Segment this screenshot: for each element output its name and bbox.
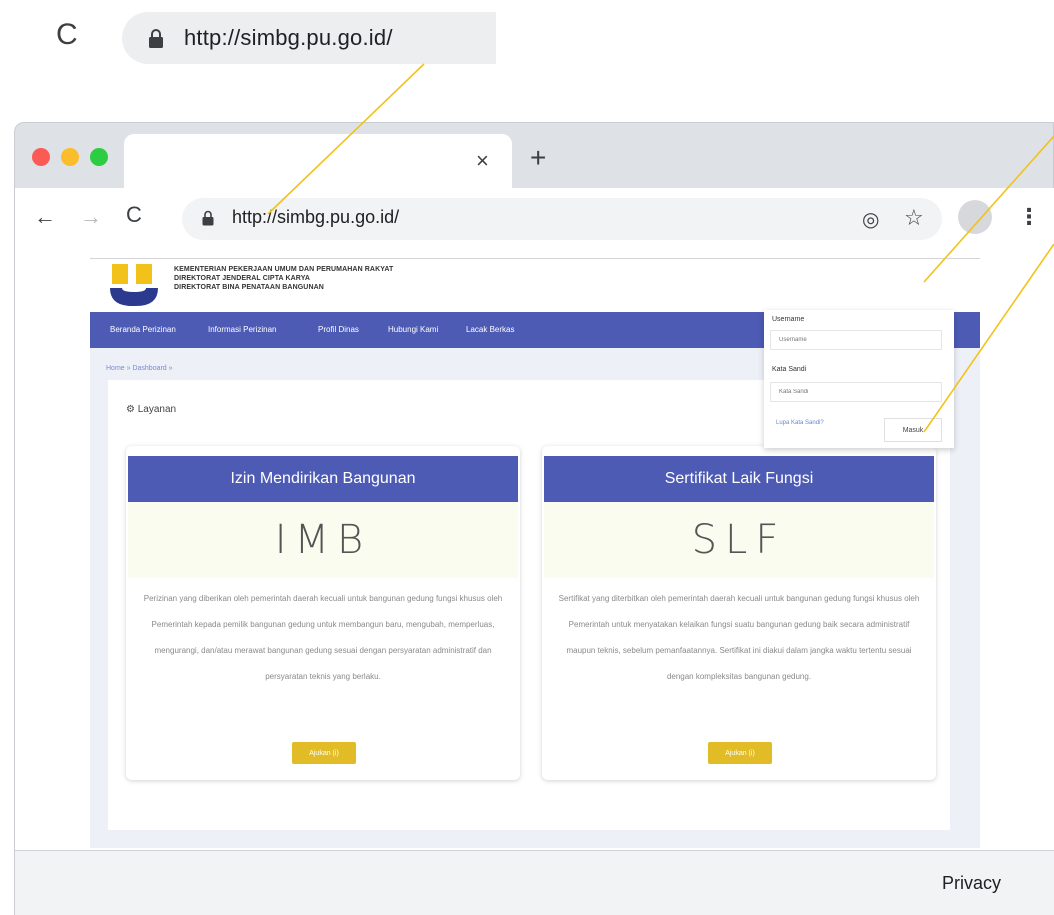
back-arrow-icon[interactable]: ← (34, 204, 56, 230)
org-line-3: DIREKTORAT BINA PENATAAN BANGUNAN (174, 284, 324, 291)
nav-hubungi-kami[interactable]: Hubungi Kami (388, 325, 438, 334)
login-submit-button[interactable]: Masuk (884, 418, 942, 442)
bookmark-star-icon[interactable]: ☆ (904, 205, 924, 231)
nav-lacak-berkas[interactable]: Lacak Berkas (466, 325, 514, 334)
password-label: Kata Sandi (772, 366, 807, 373)
slf-card-code: SLF (544, 502, 934, 578)
zoom-url-text: http://simbg.pu.go.id/ (184, 25, 393, 50)
reload-icon[interactable]: C (126, 202, 142, 228)
section-title: ⚙ Layanan (126, 404, 176, 415)
imb-card-description: Perizinan yang diberikan oleh pemerintah… (143, 594, 503, 681)
org-line-1: KEMENTERIAN PEKERJAAN UMUM DAN PERUMAHAN… (174, 266, 394, 273)
imb-card-title: Izin Mendirikan Bangunan (128, 456, 518, 502)
nav-profil-dinas[interactable]: Profil Dinas (318, 325, 359, 334)
tab-close-icon[interactable]: × (476, 148, 489, 174)
gears-icon: ⚙ (126, 404, 135, 415)
username-label: Username (772, 316, 805, 323)
zoom-lock-icon (149, 29, 163, 48)
password-input[interactable] (770, 382, 942, 402)
minimize-window-button[interactable] (61, 148, 79, 166)
lock-icon (202, 210, 214, 226)
imb-apply-button[interactable]: Ajukan (i) (292, 742, 356, 764)
header-links (858, 282, 863, 289)
slf-card-title: Sertifikat Laik Fungsi (544, 456, 934, 502)
forward-arrow-icon[interactable]: → (80, 204, 102, 230)
browser-menu-icon[interactable]: ⋮ (1018, 204, 1040, 230)
section-title-text: Layanan (137, 404, 177, 415)
org-line-2: DIREKTORAT JENDERAL CIPTA KARYA (174, 275, 310, 282)
new-tab-button[interactable]: + (530, 142, 546, 174)
pu-logo-icon (110, 264, 158, 306)
zoom-reload-icon: C (56, 18, 78, 51)
slf-card-description: Sertifikat yang diterbitkan oleh pemerin… (558, 594, 920, 681)
profile-avatar[interactable] (958, 200, 992, 234)
location-icon[interactable]: ◎ (862, 207, 879, 232)
forgot-password-link[interactable]: Lupa Kata Sandi? (776, 420, 824, 426)
browser-bottom-bar (15, 850, 1054, 915)
privacy-link[interactable]: Privacy (942, 873, 1001, 894)
browser-tab[interactable] (124, 134, 512, 188)
username-input[interactable] (770, 330, 942, 350)
nav-informasi-perizinan[interactable]: Informasi Perizinan (208, 325, 276, 334)
address-url-text[interactable]: http://simbg.pu.go.id/ (232, 207, 399, 228)
imb-card-code: IMB (128, 502, 518, 578)
breadcrumb[interactable]: Home » Dashboard » (106, 365, 173, 372)
maximize-window-button[interactable] (90, 148, 108, 166)
slf-apply-button[interactable]: Ajukan (i) (708, 742, 772, 764)
nav-beranda-perizinan[interactable]: Beranda Perizinan (110, 325, 176, 334)
close-window-button[interactable] (32, 148, 50, 166)
